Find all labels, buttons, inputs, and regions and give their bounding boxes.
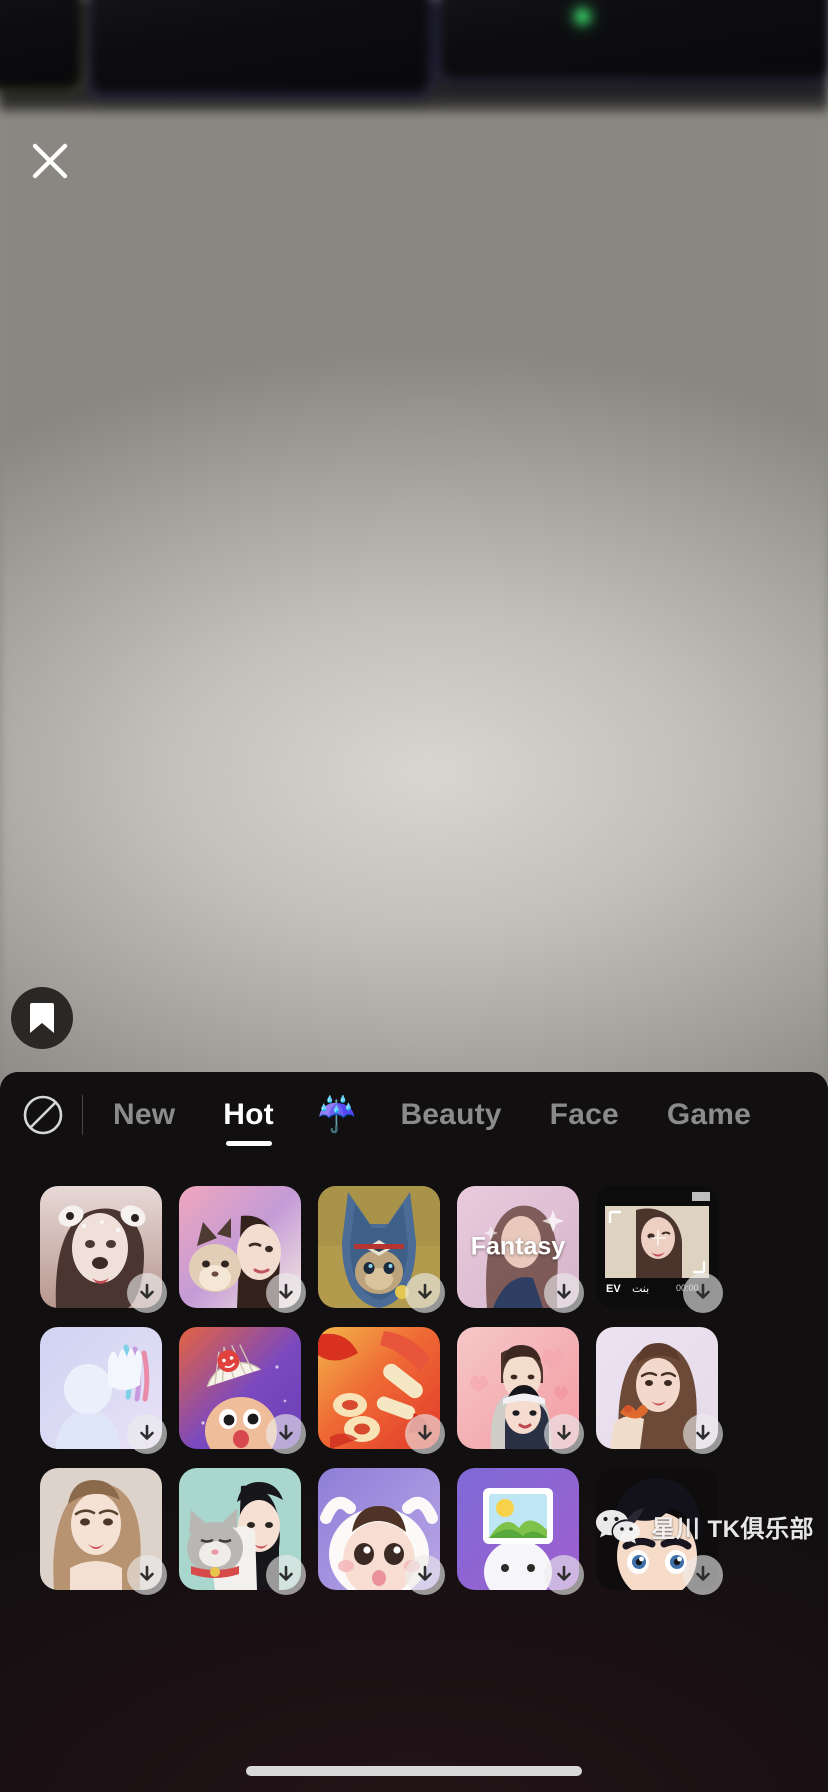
keyboard-key-1	[0, 0, 85, 93]
download-icon	[279, 1283, 293, 1299]
download-badge[interactable]	[266, 1414, 306, 1454]
download-icon	[140, 1424, 154, 1440]
download-icon	[418, 1424, 432, 1440]
download-icon	[557, 1565, 571, 1581]
laptop-body	[0, 0, 828, 1245]
effect-item-photo-frame-bunny[interactable]	[457, 1468, 584, 1595]
effect-item-soft-glam-portrait[interactable]	[596, 1327, 723, 1454]
no-effect-icon	[23, 1095, 63, 1135]
download-badge[interactable]	[266, 1273, 306, 1313]
wechat-icon	[596, 1510, 641, 1544]
tab-game-label: Game	[666, 1098, 752, 1131]
download-badge[interactable]	[544, 1414, 584, 1454]
tab-beauty-label: Beauty	[400, 1098, 502, 1131]
download-badge[interactable]	[683, 1273, 723, 1313]
wechat-watermark: 星川 TK俱乐部	[595, 1507, 814, 1545]
tab-rainy-label: ☔	[315, 1096, 359, 1134]
effect-item-blue-cat-warrior[interactable]	[318, 1186, 445, 1313]
effects-row	[0, 1327, 828, 1454]
download-icon	[279, 1424, 293, 1440]
download-icon	[279, 1565, 293, 1581]
download-badge[interactable]	[405, 1273, 445, 1313]
tab-face[interactable]: Face	[526, 1072, 643, 1158]
download-icon	[418, 1283, 432, 1299]
effect-item-fantasy-portrait[interactable]: Fantasy	[457, 1186, 584, 1313]
effect-item-fan-face-cartoon[interactable]	[179, 1327, 306, 1454]
keyboard-key-2	[87, 0, 433, 97]
watermark-text: 星川 TK俱乐部	[651, 1515, 814, 1543]
tab-face-label: Face	[549, 1098, 619, 1131]
download-badge[interactable]	[266, 1555, 306, 1595]
phone-screen: New Hot ☔ Beauty Face Game Fantasy EV بن…	[0, 0, 828, 1792]
tabbar-divider	[82, 1095, 83, 1135]
download-badge[interactable]	[127, 1414, 167, 1454]
effects-grid[interactable]: Fantasy EV بنت	[0, 1164, 828, 1792]
download-badge[interactable]	[544, 1555, 584, 1595]
effects-panel: New Hot ☔ Beauty Face Game Fantasy EV بن…	[0, 1072, 828, 1792]
effect-item-dalmatian-glitter-face[interactable]	[40, 1186, 167, 1313]
tab-hot-label: Hot	[223, 1098, 274, 1131]
download-badge[interactable]	[127, 1555, 167, 1595]
close-button[interactable]	[28, 139, 72, 183]
download-icon	[696, 1565, 710, 1581]
download-icon	[140, 1283, 154, 1299]
download-icon	[557, 1424, 571, 1440]
preview-blur-layer	[0, 0, 828, 1245]
tab-hot[interactable]: Hot	[199, 1072, 298, 1158]
home-indicator[interactable]	[246, 1766, 582, 1776]
effect-item-siamese-cat-girl[interactable]	[179, 1186, 306, 1313]
camera-preview[interactable]	[0, 0, 828, 1245]
effect-item-anime-couple-romance[interactable]	[457, 1327, 584, 1454]
effect-label: Fantasy	[470, 1232, 566, 1261]
tab-hot-underline	[225, 1141, 272, 1146]
effect-item-baby-bunny-hood[interactable]	[318, 1468, 445, 1595]
download-badge[interactable]	[405, 1414, 445, 1454]
keyboard-key-3	[437, 0, 828, 83]
download-badge[interactable]	[683, 1555, 723, 1595]
tab-beauty[interactable]: Beauty	[376, 1072, 525, 1158]
download-badge[interactable]	[127, 1273, 167, 1313]
tab-rainy[interactable]: ☔	[298, 1072, 377, 1158]
no-effect-button[interactable]	[20, 1092, 66, 1138]
download-icon	[557, 1283, 571, 1299]
effect-item-red-envelope-festival[interactable]	[318, 1327, 445, 1454]
download-icon	[140, 1565, 154, 1581]
download-badge[interactable]	[683, 1414, 723, 1454]
effect-item-cat-hug-portrait[interactable]	[179, 1468, 306, 1595]
download-icon	[418, 1565, 432, 1581]
download-icon	[696, 1283, 710, 1299]
download-badge[interactable]	[405, 1555, 445, 1595]
effect-item-beauty-filter-portrait[interactable]	[40, 1468, 167, 1595]
close-icon	[32, 143, 68, 179]
tab-game[interactable]: Game	[643, 1072, 775, 1158]
download-badge[interactable]	[544, 1273, 584, 1313]
download-icon	[696, 1424, 710, 1440]
effects-row: Fantasy EV بنت	[0, 1186, 828, 1313]
tab-list: New Hot ☔ Beauty Face Game	[89, 1072, 828, 1158]
tab-new[interactable]: New	[89, 1072, 199, 1158]
tab-new-label: New	[113, 1098, 176, 1131]
saved-effects-button[interactable]	[11, 987, 73, 1049]
effects-tabbar: New Hot ☔ Beauty Face Game	[0, 1072, 828, 1158]
bookmark-icon	[30, 1003, 54, 1033]
svg-text:بنت: بنت	[632, 1282, 649, 1295]
effect-item-retro-camcorder-frame[interactable]: EV بنت 00:00	[596, 1186, 723, 1313]
svg-text:EV: EV	[606, 1283, 621, 1295]
status-led	[576, 10, 589, 23]
effect-item-silhouette-hands-trail[interactable]	[40, 1327, 167, 1454]
